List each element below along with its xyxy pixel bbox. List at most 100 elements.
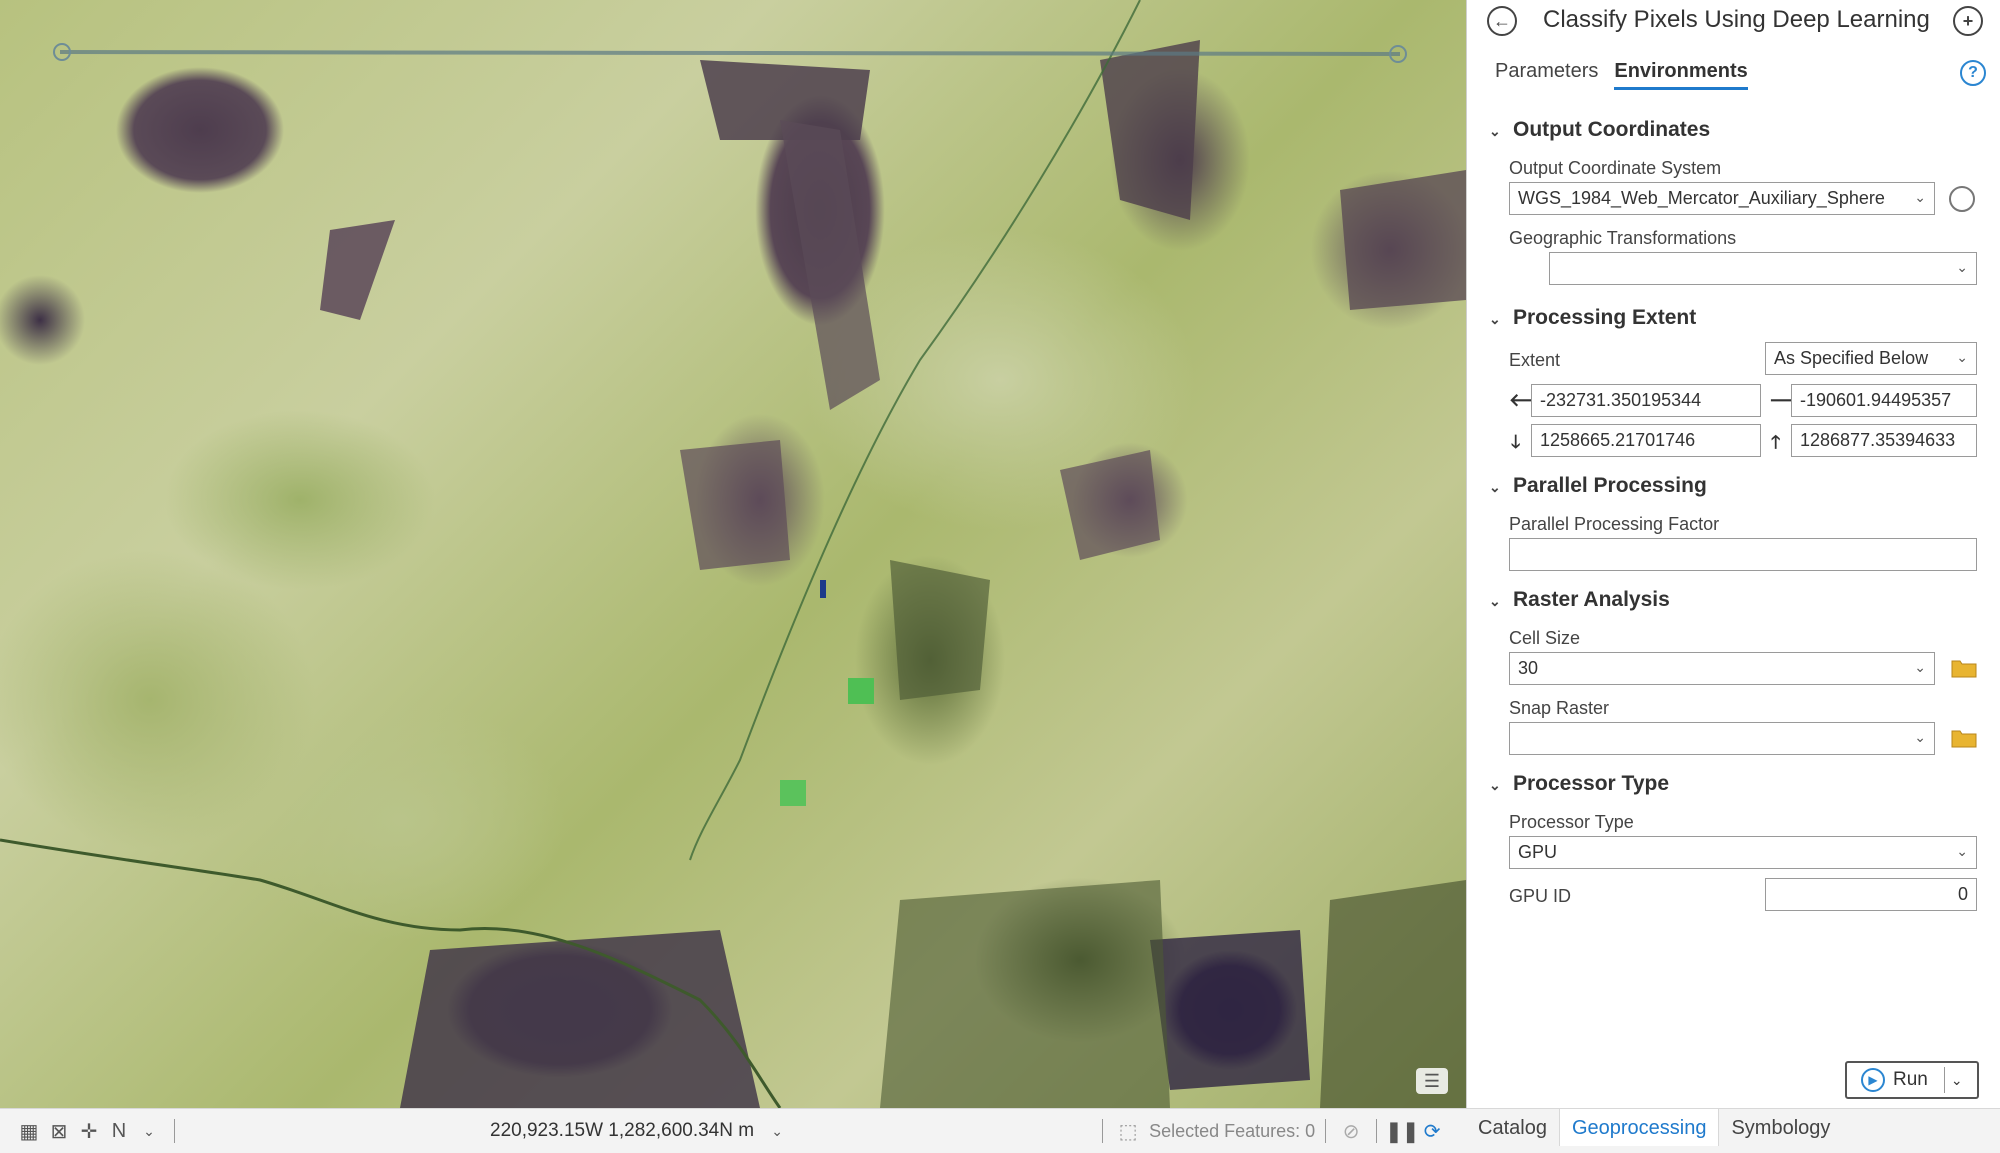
status-bar: ▦ ⊠ ✛ N ⌄ 220,923.15W 1,282,600.34N m ⌄ …: [0, 1108, 1466, 1153]
folder-icon[interactable]: [1951, 658, 1977, 678]
extent-left-value: -232731.350195344: [1540, 390, 1702, 410]
section-output-coordinates[interactable]: ⌄ Output Coordinates: [1489, 118, 1710, 142]
pane-header: ← Classify Pixels Using Deep Learning +: [1467, 0, 2000, 44]
section-title: Raster Analysis: [1513, 588, 1670, 611]
map-patch: [1340, 170, 1466, 310]
swipe-line[interactable]: [59, 50, 1401, 56]
map-patch: [890, 560, 990, 700]
output-coordinate-system-select[interactable]: WGS_1984_Web_Mercator_Auxiliary_Sphere ⌄: [1509, 182, 1935, 215]
processor-type-select[interactable]: GPU ⌄: [1509, 836, 1977, 869]
map-notes-icon[interactable]: ☰: [1416, 1068, 1448, 1094]
chevron-down-icon: ⌄: [1489, 593, 1501, 609]
gpu-id-label: GPU ID: [1509, 886, 1572, 906]
help-icon[interactable]: ?: [1960, 60, 1986, 86]
selection-icon: ⬚: [1118, 1120, 1138, 1143]
chevron-down-icon: ⌄: [1956, 843, 1968, 859]
fixed-extent-icon[interactable]: ⊠: [44, 1116, 74, 1146]
back-icon[interactable]: ←: [1487, 6, 1517, 36]
map-patch: [400, 930, 760, 1108]
geographic-transformations-select[interactable]: ⌄: [1549, 252, 1977, 285]
extent-value: As Specified Below: [1774, 348, 1929, 368]
play-icon: ▶: [1861, 1068, 1885, 1092]
divider: [1376, 1119, 1378, 1143]
add-icon[interactable]: +: [1953, 6, 1983, 36]
extent-label: Extent: [1509, 350, 1561, 370]
map-patch: [680, 440, 790, 570]
pane-bottom-tabs: Catalog Geoprocessing Symbology: [1466, 1108, 2000, 1153]
extent-bottom-value: 1258665.21701746: [1540, 430, 1696, 450]
north-arrow-icon[interactable]: N: [104, 1116, 134, 1146]
selected-features-count: Selected Features: 0: [1149, 1120, 1316, 1141]
divider: [1102, 1119, 1104, 1143]
clear-selection-icon[interactable]: ⊘: [1336, 1116, 1366, 1146]
section-title: Output Coordinates: [1513, 118, 1711, 141]
tab-environments[interactable]: Environments: [1614, 60, 1748, 90]
chevron-down-icon: ⌄: [1914, 729, 1926, 745]
section-processor-type[interactable]: ⌄ Processor Type: [1489, 772, 1669, 796]
section-processing-extent[interactable]: ⌄ Processing Extent: [1489, 306, 1696, 330]
cell-size-label: Cell Size: [1509, 628, 1581, 648]
chevron-down-icon: ⌄: [1489, 479, 1501, 495]
extent-bottom-input[interactable]: 1258665.21701746: [1531, 424, 1761, 457]
section-parallel-processing[interactable]: ⌄ Parallel Processing: [1489, 474, 1707, 498]
extent-top-value: 1286877.35394633: [1800, 430, 1956, 450]
chevron-down-icon[interactable]: ⌄: [134, 1116, 164, 1146]
green-field: [780, 780, 806, 806]
ocs-label: Output Coordinate System: [1509, 158, 1722, 178]
section-title: Processing Extent: [1513, 306, 1697, 329]
geoprocessing-pane: ← Classify Pixels Using Deep Learning + …: [1466, 0, 2000, 1108]
ocs-value: WGS_1984_Web_Mercator_Auxiliary_Sphere: [1518, 188, 1885, 208]
tab-catalog[interactable]: Catalog: [1466, 1109, 1559, 1146]
chevron-down-icon: ⌄: [1914, 189, 1926, 205]
map-view[interactable]: ☰: [0, 0, 1466, 1108]
arrow-down-icon: 🡓: [1511, 432, 1521, 452]
gpu-id-input[interactable]: 0: [1765, 878, 1977, 911]
refresh-icon[interactable]: ⟳: [1417, 1116, 1447, 1146]
parallel-factor-input[interactable]: [1509, 538, 1977, 571]
extent-top-input[interactable]: 1286877.35394633: [1791, 424, 1977, 457]
divider: [1943, 1067, 1945, 1093]
section-raster-analysis[interactable]: ⌄ Raster Analysis: [1489, 588, 1670, 612]
extent-right-input[interactable]: -190601.94495357: [1791, 384, 1977, 417]
geo-transform-label: Geographic Transformations: [1509, 228, 1737, 248]
map-patch: [320, 220, 395, 320]
map-features: [0, 0, 1466, 1108]
processor-type-value: GPU: [1518, 842, 1558, 862]
green-field: [848, 678, 874, 704]
tab-geoprocessing[interactable]: Geoprocessing: [1558, 1109, 1720, 1146]
map-patch: [780, 120, 880, 410]
globe-icon[interactable]: [1949, 186, 1975, 212]
chevron-down-icon[interactable]: ⌄: [762, 1116, 792, 1146]
divider: [1325, 1119, 1327, 1143]
pause-icon[interactable]: ❚❚: [1385, 1116, 1419, 1146]
run-label: Run: [1893, 1069, 1928, 1090]
chevron-down-icon[interactable]: ⌄: [1951, 1072, 1963, 1089]
chevron-down-icon: ⌄: [1489, 777, 1501, 793]
chevron-down-icon: ⌄: [1489, 311, 1501, 327]
arrow-up-icon: 🡑: [1771, 432, 1781, 452]
snap-raster-label: Snap Raster: [1509, 698, 1610, 718]
grid-icon[interactable]: ▦: [14, 1116, 44, 1146]
run-button[interactable]: ▶ Run ⌄: [1845, 1061, 1979, 1099]
cell-size-select[interactable]: 30 ⌄: [1509, 652, 1935, 685]
map-patch: [1100, 40, 1200, 220]
divider: [174, 1119, 175, 1143]
tab-symbology[interactable]: Symbology: [1719, 1109, 1842, 1146]
chevron-down-icon: ⌄: [1489, 123, 1501, 139]
snap-raster-select[interactable]: ⌄: [1509, 722, 1935, 755]
map-patch: [880, 880, 1170, 1108]
chevron-down-icon: ⌄: [1956, 259, 1968, 275]
parallel-factor-label: Parallel Processing Factor: [1509, 514, 1720, 534]
section-title: Processor Type: [1513, 772, 1670, 795]
gpu-id-value: 0: [1957, 884, 1968, 904]
chevron-down-icon: ⌄: [1956, 349, 1968, 365]
folder-icon[interactable]: [1951, 728, 1977, 748]
extent-left-input[interactable]: -232731.350195344: [1531, 384, 1761, 417]
tab-parameters[interactable]: Parameters: [1495, 60, 1598, 90]
water-body: [820, 580, 826, 598]
tool-title: Classify Pixels Using Deep Learning: [1543, 6, 1930, 33]
crosshair-icon[interactable]: ✛: [74, 1116, 104, 1146]
extent-select[interactable]: As Specified Below ⌄: [1765, 342, 1977, 375]
coordinate-readout: 220,923.15W 1,282,600.34N m: [490, 1120, 755, 1141]
pane-tabs: Parameters Environments: [1495, 60, 1748, 90]
